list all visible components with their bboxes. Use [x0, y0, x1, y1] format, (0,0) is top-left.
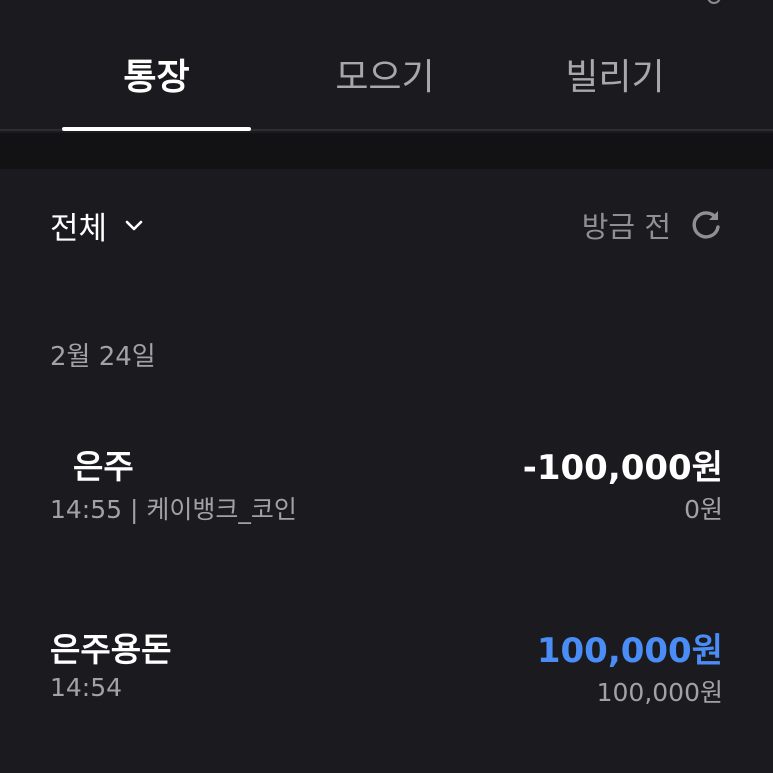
transaction-row[interactable]: 은주용돈 14:54 100,000원 100,000원 [50, 623, 723, 713]
tab-saving[interactable]: 모으기 [290, 56, 480, 100]
transaction-name: 은주 [50, 447, 134, 486]
transaction-name: 은주용돈 [50, 630, 172, 669]
refresh-area: 방금 전 [582, 203, 723, 247]
last-updated-text: 방금 전 [581, 210, 671, 244]
transaction-detail: 14:55 | 케이뱅크_코인 [50, 495, 297, 524]
active-tab-indicator [62, 127, 251, 131]
transaction-balance: 100,000원 [596, 678, 723, 707]
transaction-balance: 0원 [684, 495, 723, 524]
tab-account[interactable]: 통장 [62, 56, 251, 100]
date-header: 2월 24일 [50, 342, 156, 372]
transaction-detail: 14:54 [50, 673, 123, 702]
filter-dropdown[interactable]: 전체 [50, 203, 145, 247]
transaction-amount: 100,000원 [536, 631, 723, 671]
account-screen: 통장 모으기 빌리기 전체 방금 전 2월 24일 은주 14:55 | 케이뱅… [0, 0, 773, 773]
section-divider [0, 133, 773, 169]
chevron-down-icon [125, 220, 143, 231]
status-icon [707, 0, 721, 4]
tab-bar: 통장 모으기 빌리기 [0, 0, 773, 131]
transaction-amount: -100,000원 [522, 448, 723, 488]
refresh-icon[interactable] [689, 208, 723, 242]
tab-loan[interactable]: 빌리기 [520, 56, 710, 100]
filter-label: 전체 [50, 210, 108, 247]
transaction-row[interactable]: 은주 14:55 | 케이뱅크_코인 -100,000원 0원 [50, 440, 723, 530]
